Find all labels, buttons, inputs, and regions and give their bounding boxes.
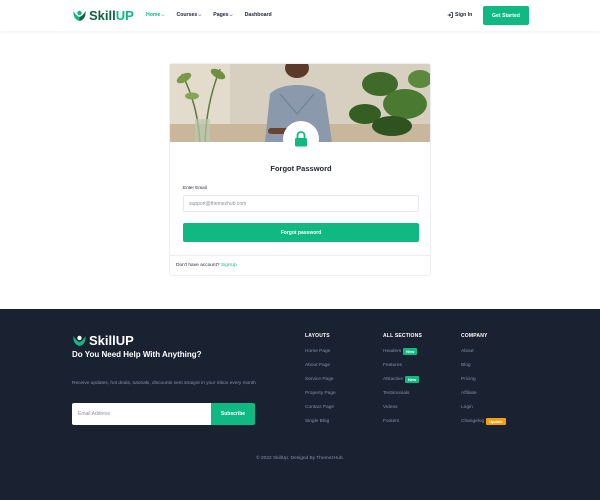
footer-link-label: Attractive [383, 377, 403, 382]
sign-in-icon [447, 12, 453, 18]
footer-column-company: COMPANY About Blog Pricing Affiliate Log… [461, 333, 506, 432]
footer-link-label: Blog [461, 363, 471, 368]
sign-in-link[interactable]: Sign In [447, 12, 472, 18]
footer-link[interactable]: Affiliate [461, 390, 506, 404]
footer-link[interactable]: Property Page [305, 390, 336, 404]
signup-prompt-text: Don't have account? [176, 263, 220, 268]
footer-link-label: Headers [383, 349, 402, 354]
brand-logo[interactable]: SkillUP [72, 8, 134, 23]
footer-description: Receive updates, hot deals, tutorials, d… [72, 381, 256, 386]
footer-column-layouts: LAYOUTS Home Page About Page Service Pag… [305, 333, 336, 432]
site-footer: SkillUP Do You Need Help With Anything? … [0, 309, 600, 500]
signup-link[interactable]: SignUp [221, 263, 237, 268]
footer-column-title: COMPANY [461, 333, 488, 339]
footer-link[interactable]: About [461, 348, 506, 362]
footer-link-label: Features [383, 363, 402, 368]
lock-icon [295, 131, 307, 147]
footer-link-label: Videos [383, 405, 398, 410]
footer-link[interactable]: Videos [383, 404, 422, 418]
footer-link-label: About Page [305, 363, 331, 368]
footer-link-label: Changelog [461, 419, 485, 424]
site-header: SkillUP Home⌵ Courses⌵ Pages⌵ Dashboard … [0, 0, 600, 31]
footer-link-label: Contact Page [305, 405, 335, 410]
page-title: Forgot Password [270, 164, 332, 173]
footer-link[interactable]: Contact Page [305, 404, 336, 418]
footer-brand-name: SkillUP [89, 333, 134, 348]
copyright-text: © 2022 SkillUp. Designd By ThemezHub. [256, 456, 344, 461]
nav-item-label: Courses [176, 12, 198, 18]
footer-link[interactable]: Testimonials [383, 390, 422, 404]
footer-link-label: Property Page [305, 391, 336, 396]
footer-link-label: Footers [383, 419, 400, 424]
nav-item-label: Home [146, 12, 161, 18]
nav-item-pages[interactable]: Pages⌵ [213, 12, 232, 18]
footer-link-label: Affiliate [461, 391, 477, 396]
nav-item-courses[interactable]: Courses⌵ [176, 12, 201, 18]
laurel-logo-icon [73, 10, 86, 21]
nav-item-label: Pages [213, 12, 229, 18]
footer-link-label: Testimonials [383, 391, 410, 396]
nav-item-home[interactable]: Home⌵ [146, 12, 164, 18]
footer-brand-logo[interactable]: SkillUP [72, 333, 134, 348]
footer-link[interactable]: Login [461, 404, 506, 418]
signup-prompt: Don't have account? SignUp [176, 263, 237, 268]
get-started-button[interactable]: Get Started [483, 6, 529, 25]
sign-in-label: Sign In [455, 12, 473, 18]
footer-heading: Do You Need Help With Anything? [72, 350, 202, 359]
email-field-label: Enter Email [183, 185, 207, 190]
footer-column-title: ALL SECTIONS [383, 333, 422, 339]
footer-link-label: Login [461, 405, 473, 410]
nav-item-dashboard[interactable]: Dashboard [245, 12, 272, 18]
footer-link[interactable]: Headers New [383, 348, 422, 362]
footer-link[interactable]: Attractive New [383, 376, 422, 390]
footer-link[interactable]: Service Page [305, 376, 336, 390]
footer-column-title: LAYOUTS [305, 333, 330, 339]
footer-link[interactable]: About Page [305, 362, 336, 376]
brand-name-part2: UP [115, 8, 134, 23]
footer-link[interactable]: Changelog Update [461, 418, 506, 432]
chevron-down-icon: ⌵ [198, 12, 202, 17]
email-field[interactable] [183, 195, 419, 212]
lock-badge [283, 121, 319, 157]
forgot-password-button[interactable]: Forgot password [183, 223, 419, 242]
chevron-down-icon: ⌵ [229, 12, 233, 17]
subscribe-button[interactable]: Subscribe [211, 403, 255, 425]
laurel-logo-icon [73, 335, 86, 346]
footer-link[interactable]: Features [383, 362, 422, 376]
newsletter-email-input[interactable] [72, 403, 212, 425]
footer-link[interactable]: Home Page [305, 348, 336, 362]
footer-column-all-sections: ALL SECTIONS Headers New Features Attract… [383, 333, 422, 432]
footer-link-label: Service Page [305, 377, 334, 382]
divider [170, 255, 430, 256]
footer-link[interactable]: Single Blog [305, 418, 336, 432]
footer-link[interactable]: Footers [383, 418, 422, 432]
main-nav: Home⌵ Courses⌵ Pages⌵ Dashboard [146, 12, 272, 18]
footer-link-label: Single Blog [305, 419, 330, 424]
footer-link[interactable]: Pricing [461, 376, 506, 390]
forgot-password-card: Forgot Password Enter Email Forgot passw… [169, 63, 431, 276]
footer-link-label: Home Page [305, 349, 331, 354]
update-badge: Update [486, 418, 506, 425]
new-badge: New [403, 348, 418, 355]
nav-item-label: Dashboard [244, 12, 272, 18]
brand-name-part1: Skill [89, 8, 116, 23]
chevron-down-icon: ⌵ [161, 12, 165, 17]
footer-link-label: About [461, 349, 474, 354]
footer-link-label: Pricing [461, 377, 476, 382]
footer-link[interactable]: Blog [461, 362, 506, 376]
new-badge: New [405, 376, 420, 383]
